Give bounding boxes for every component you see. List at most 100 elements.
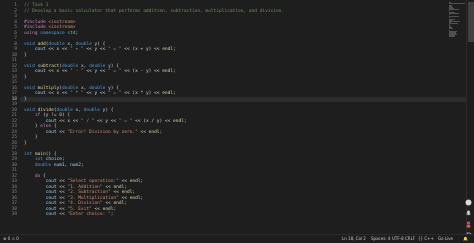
code-token: << bbox=[57, 190, 68, 195]
code-line[interactable]: cout << x << " - " << y << " = " << (x -… bbox=[24, 69, 176, 75]
code-token: << bbox=[57, 179, 68, 184]
person-icon[interactable] bbox=[465, 213, 472, 220]
code-token: double bbox=[35, 163, 51, 168]
code-token: ; bbox=[124, 201, 127, 206]
line-number: 39 bbox=[0, 212, 17, 218]
code-token: "Enter choice: " bbox=[67, 212, 110, 217]
code-token: "4. Division" bbox=[67, 201, 102, 206]
code-line[interactable]: } bbox=[24, 141, 27, 147]
code-token: num1 bbox=[54, 163, 65, 168]
code-token: cout bbox=[46, 201, 57, 206]
code-token: << x << bbox=[57, 119, 81, 124]
floating-toolbar bbox=[463, 185, 474, 234]
code-token: cout bbox=[35, 91, 46, 96]
code-token: ; bbox=[124, 185, 127, 190]
code-line[interactable]: } bbox=[24, 75, 27, 81]
code-token: int bbox=[35, 157, 43, 162]
code-token: "Select operation:" bbox=[67, 179, 118, 184]
minimap[interactable] bbox=[449, 2, 465, 38]
code-token: << bbox=[92, 207, 103, 212]
gear-icon[interactable] bbox=[465, 224, 472, 231]
code-token: { bbox=[40, 174, 45, 179]
code-token: <iostream> bbox=[48, 25, 75, 30]
code-line[interactable]: using namespace std; bbox=[24, 31, 78, 37]
code-token: ; bbox=[76, 31, 79, 36]
code-token: "Error! Division by zero." bbox=[67, 130, 137, 135]
record-icon[interactable] bbox=[465, 191, 472, 198]
code-token bbox=[24, 113, 35, 118]
code-token: "1. Addition" bbox=[67, 185, 102, 190]
code-token: else bbox=[40, 124, 51, 129]
code-token: << bbox=[111, 190, 122, 195]
code-token: void bbox=[24, 86, 35, 91]
code-token: { bbox=[51, 124, 56, 129]
code-token: << bbox=[57, 207, 68, 212]
code-token: double bbox=[89, 86, 105, 91]
code-token: << x << bbox=[46, 47, 70, 52]
code-token: << x << bbox=[46, 69, 70, 74]
code-token: add bbox=[38, 42, 46, 47]
code-token: subtract bbox=[38, 64, 60, 69]
code-token: ; bbox=[113, 207, 116, 212]
code-token: ; bbox=[111, 212, 114, 217]
code-token: << bbox=[119, 196, 130, 201]
line-number-gutter[interactable]: 1234567891011121314151617181920212223242… bbox=[0, 0, 20, 234]
code-line[interactable]: } bbox=[24, 53, 27, 59]
code-token: double bbox=[89, 64, 105, 69]
microphone-icon[interactable] bbox=[465, 202, 472, 209]
code-token: endl bbox=[173, 119, 184, 124]
code-token: double bbox=[57, 108, 73, 113]
current-line-highlight bbox=[0, 97, 466, 103]
code-token: " = " bbox=[108, 47, 122, 52]
minimap-line bbox=[449, 9, 459, 10]
code-line[interactable]: cout << x << " + " << y << " = " << (x +… bbox=[24, 47, 176, 53]
code-line[interactable]: cout << "Enter choice: "; bbox=[24, 212, 113, 218]
code-token: ; bbox=[173, 69, 176, 74]
code-line[interactable]: cout << x << " * " << y << " = " << (x *… bbox=[24, 91, 176, 97]
scrollbar-thumb[interactable] bbox=[468, 2, 474, 42]
code-token: } bbox=[24, 124, 40, 129]
code-token: << y << bbox=[94, 119, 118, 124]
code-line[interactable]: } bbox=[24, 97, 27, 103]
code-token: << y << bbox=[84, 69, 108, 74]
code-token: ; bbox=[173, 47, 176, 52]
code-token bbox=[24, 207, 46, 212]
code-token bbox=[24, 163, 35, 168]
code-token: << bbox=[57, 185, 68, 190]
code-token: double bbox=[48, 42, 64, 47]
code-token: << bbox=[103, 185, 114, 190]
code-line[interactable]: cout << "Error! Division by zero." << en… bbox=[24, 130, 162, 136]
code-token: endl bbox=[122, 190, 133, 195]
code-token: #include bbox=[24, 25, 46, 30]
code-token: << (x + y) << bbox=[122, 47, 163, 52]
code-token: endl bbox=[149, 130, 160, 135]
code-token: "5. Exit" bbox=[67, 207, 91, 212]
code-token: endl bbox=[113, 185, 124, 190]
code-line[interactable]: // Develop a basic calculator that perfo… bbox=[24, 9, 284, 15]
minimap-line bbox=[449, 16, 459, 17]
code-token: num2 bbox=[70, 163, 81, 168]
code-token: cout bbox=[46, 185, 57, 190]
code-token: cout bbox=[35, 69, 46, 74]
code-token: << bbox=[138, 130, 149, 135]
code-token: << (x - y) << bbox=[122, 69, 163, 74]
code-token: cout bbox=[46, 207, 57, 212]
code-token bbox=[24, 201, 46, 206]
code-line[interactable]: double num1, num2; bbox=[24, 163, 84, 169]
code-token: cout bbox=[46, 190, 57, 195]
code-editor[interactable]: 1234567891011121314151617181920212223242… bbox=[0, 0, 474, 234]
code-token bbox=[24, 119, 46, 124]
code-token: // Develop a basic calculator that perfo… bbox=[24, 9, 284, 14]
code-token: } bbox=[24, 97, 27, 102]
code-token: "3. Multiplication" bbox=[67, 196, 118, 201]
code-token: endl bbox=[162, 91, 173, 96]
code-token: << bbox=[57, 212, 68, 217]
minimap-line bbox=[449, 36, 455, 37]
code-token: double bbox=[84, 108, 100, 113]
code-token bbox=[24, 185, 46, 190]
code-token: cout bbox=[46, 119, 57, 124]
code-token: ; bbox=[184, 119, 187, 124]
code-token: endl bbox=[130, 196, 141, 201]
code-token: <iostream> bbox=[48, 20, 75, 25]
code-token: << (x * y) << bbox=[122, 91, 163, 96]
